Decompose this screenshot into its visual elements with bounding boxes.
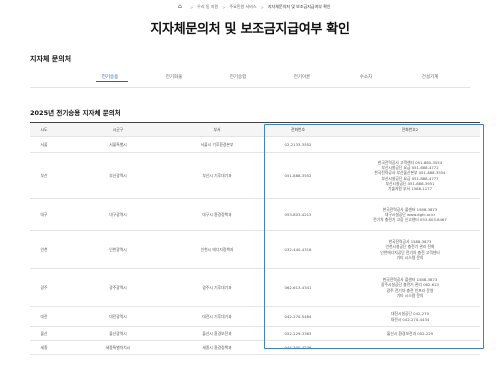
table-row: 광주 광주광역시 광주시 기후대기과 062-613-4341 한국전력공사 콜… (30, 269, 480, 307)
cell-area: 대구 (40, 211, 48, 217)
cell-dept: 대구시 환경정책과 (202, 211, 232, 217)
cell-dept: 세종시 환경정책과 (202, 344, 232, 350)
cell-dept: 인천시 에너지정책과 (200, 246, 234, 252)
column-header-dept: 부서 (213, 126, 221, 132)
cell-phone: 02-2133-3552 (284, 141, 312, 147)
cell-org: 서울특별시 (109, 141, 127, 147)
column-header-area: 시도 (40, 126, 48, 132)
contact-line: 울산시 환경보전과 052-229 (386, 330, 434, 336)
tab-label: 전기이륜 (293, 75, 311, 80)
home-icon[interactable]: ⌂ (178, 4, 182, 10)
column-header-phone2: 전화번호2 (401, 126, 419, 132)
cell-org: 울산광역시 (109, 330, 127, 336)
cell-dept: 서울시 기후환경본부 (200, 141, 234, 147)
cell-area: 서울 (40, 141, 48, 147)
cell-phone2 (340, 341, 480, 354)
cell-area: 대전 (40, 313, 48, 319)
table-row: 부산 부산광역시 부산시 기후대기과 051-888-3552 한국전력공사 고… (30, 153, 480, 199)
contact-line: 기술지원 부서 1588-1177 (387, 185, 433, 191)
tab-label: 건설기계 (421, 75, 439, 80)
breadcrumb-separator: > (260, 4, 264, 10)
section-title: 지자체 문의처 (30, 55, 72, 63)
table-row: 서울 서울특별시 서울시 기후환경본부 02-2133-3552 (30, 137, 480, 153)
cell-area: 부산 (40, 172, 48, 178)
cell-phone: 052-229-3383 (284, 330, 312, 336)
table-row: 대전 대전광역시 대전시 기후대기과 042-270-5484 대전시설공단 0… (30, 307, 480, 327)
cell-dept: 대전시 기후대기과 (202, 313, 232, 319)
cell-area: 울산 (40, 330, 48, 336)
breadcrumb-item-2[interactable]: 주요민원 서비스 (229, 4, 256, 10)
cell-org: 부산광역시 (109, 172, 127, 178)
contact-line: 기타 시스템 문의 (396, 254, 424, 260)
breadcrumb: ⌂ > 우리 동 지원 > 주요민원 서비스 > 지자체문의처 및 보조금지급여… (178, 4, 331, 10)
tab-ev-bus[interactable]: 전기승합 (218, 74, 258, 82)
cell-phone2: 울산시 환경보전과 052-229 (340, 327, 480, 340)
cell-org: 대전광역시 (109, 313, 127, 319)
contact-table: 시도 시군구 부서 전화번호 전화번호2 서울 서울특별시 서울시 기후환경본부… (30, 122, 480, 355)
cell-org: 광주광역시 (109, 284, 127, 290)
tab-active-indicator (96, 81, 128, 82)
cell-phone2: 한국전력공사 고객센터 051-880-3554 부산시설공단 요금 051-8… (340, 153, 480, 198)
cell-phone: 051-888-3552 (284, 172, 312, 178)
breadcrumb-item-1[interactable]: 우리 동 지원 (197, 4, 218, 10)
column-header-phone: 전화번호 (291, 126, 305, 132)
tab-label: 전기화물 (165, 75, 183, 80)
tab-label: 전기승용 (101, 75, 119, 80)
tab-construction[interactable]: 건설기계 (410, 74, 450, 82)
tab-label: 전기승합 (229, 75, 247, 80)
table-header-row: 시도 시군구 부서 전화번호 전화번호2 (30, 123, 480, 137)
cell-phone: 042-270-5484 (284, 313, 312, 319)
cell-phone2: 대전시설공단 042-270 대전시 042-270-4434 (340, 307, 480, 326)
table-row: 인천 인천광역시 인천시 에너지정책과 032-440-4316 한국전력공사 … (30, 231, 480, 269)
tab-ev-twowheel[interactable]: 전기이륜 (282, 74, 322, 82)
page-title: 지자체문의처 및 보조금지급여부 확인 (150, 22, 350, 37)
tab-hydrogen[interactable]: 수소차 (346, 74, 386, 82)
cell-area: 인천 (40, 246, 48, 252)
cell-org: 인천광역시 (109, 246, 127, 252)
contact-line: 기타 시스템 문의 (396, 292, 424, 298)
breadcrumb-item-current: 지자체문의처 및 보조금지급여부 확인 (267, 4, 331, 9)
tab-ev-passenger[interactable]: 전기승용 (90, 74, 130, 82)
cell-org: 대구광역시 (109, 211, 127, 217)
region-tabs: 전기승용 전기화물 전기승합 전기이륜 수소차 건설기계 (90, 74, 450, 86)
cell-phone: 062-613-4341 (284, 284, 312, 290)
cell-phone2: 한국전력공사 콜센터 1588-3873 광주시설공단 충전기 관리 062-6… (340, 269, 480, 306)
cell-dept: 울산시 환경보전과 (202, 330, 232, 336)
column-header-org: 시군구 (112, 126, 124, 132)
cell-area: 세종 (40, 344, 48, 350)
cell-phone: 032-440-4316 (284, 246, 312, 252)
cell-dept: 광주시 기후대기과 (202, 284, 232, 290)
cell-area: 광주 (40, 284, 48, 290)
breadcrumb-separator: > (189, 4, 194, 10)
tab-ev-cargo[interactable]: 전기화물 (154, 74, 194, 82)
table-row: 세종 세종특별자치시 세종시 환경정책과 044-300-4236 (30, 341, 480, 355)
tab-divider (30, 87, 470, 88)
table-row: 울산 울산광역시 울산시 환경보전과 052-229-3383 울산시 환경보전… (30, 327, 480, 341)
tab-label: 수소차 (359, 75, 373, 80)
contact-line: 전기차 충전기 고장 신고센터 053-803-8467 (373, 217, 447, 223)
cell-org: 세종특별자치시 (105, 344, 131, 350)
breadcrumb-separator: > (222, 4, 226, 10)
cell-phone2: 한국전력공사 1588-3873 인천시설공단 충전기 관리 전화 인천에너지공… (340, 231, 480, 268)
cell-phone2 (340, 137, 480, 152)
cell-phone: 044-300-4236 (284, 344, 312, 350)
table-row: 대구 대구광역시 대구시 환경정책과 053-803-4213 한국전력공사 콜… (30, 199, 480, 231)
cell-dept: 부산시 기후대기과 (202, 172, 232, 178)
table-title: 2025년 전기승용 지자체 문의처 (30, 109, 121, 117)
cell-phone2: 한국전력공사 콜센터 1588-3873 대구시설공단 www.dgfc.or.… (340, 199, 480, 230)
cell-phone: 053-803-4213 (284, 211, 312, 217)
contact-line: 대전시 042-270-4434 (390, 316, 430, 322)
